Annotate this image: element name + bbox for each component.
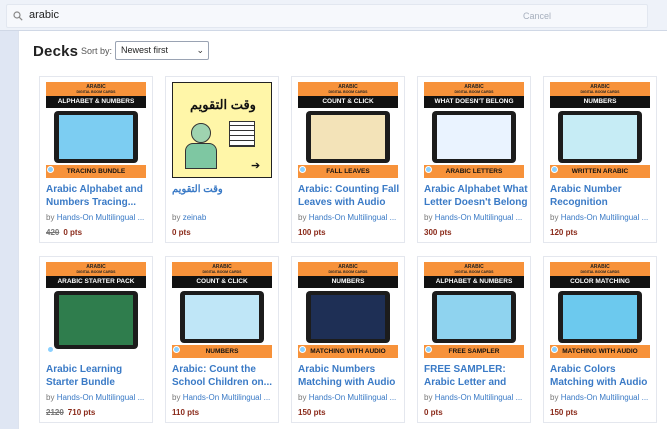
deck-cover[interactable]: وقت التقويم ➔: [172, 82, 272, 178]
boom-badge-icon: [173, 346, 180, 353]
boom-badge-icon: [425, 346, 432, 353]
deck-cover[interactable]: ARABIC DIGITAL BOOM CARDS WHAT DOESN'T BE…: [424, 82, 524, 178]
deck-cover[interactable]: ARABIC DIGITAL BOOM CARDS ALPHABET & NUMB…: [46, 82, 146, 178]
deck-cover[interactable]: ARABIC DIGITAL BOOM CARDS ALPHABET & NUMB…: [424, 262, 524, 358]
deck-card[interactable]: ARABIC DIGITAL BOOM CARDS COUNT & CLICK N…: [165, 256, 279, 423]
author-link[interactable]: Hands-On Multilingual ...: [435, 213, 523, 222]
deck-title[interactable]: Arabic Alphabet What Letter Doesn't Belo…: [424, 183, 528, 209]
deck-card[interactable]: ARABIC DIGITAL BOOM CARDS ALPHABET & NUMB…: [39, 76, 153, 243]
boom-badge-icon: [299, 346, 306, 353]
deck-card[interactable]: ARABIC DIGITAL BOOM CARDS NUMBERS MATCHIN…: [291, 256, 405, 423]
search-bar: arabic Cancel: [0, 0, 667, 31]
deck-price: 2120 710 pts: [46, 408, 96, 417]
author-link[interactable]: Hands-On Multilingual ...: [435, 393, 523, 402]
deck-author: by Hands-On Multilingual ...: [424, 393, 523, 402]
sort-value: Newest first: [121, 45, 169, 55]
deck-price: 150 pts: [298, 408, 326, 417]
deck-cover[interactable]: ARABIC DIGITAL BOOM CARDS COUNT & CLICK N…: [172, 262, 272, 358]
boom-badge-icon: [551, 346, 558, 353]
deck-card[interactable]: ARABIC DIGITAL BOOM CARDS ARABIC STARTER …: [39, 256, 153, 423]
deck-price: 420 0 pts: [46, 228, 83, 237]
calendar-icon: [229, 121, 255, 147]
cancel-button[interactable]: Cancel: [523, 11, 551, 21]
deck-author: by Hands-On Multilingual ...: [46, 213, 145, 222]
deck-cover[interactable]: ARABIC DIGITAL BOOM CARDS NUMBERS MATCHIN…: [298, 262, 398, 358]
deck-card[interactable]: ARABIC DIGITAL BOOM CARDS ALPHABET & NUMB…: [417, 256, 531, 423]
deck-card[interactable]: ARABIC DIGITAL BOOM CARDS COUNT & CLICK F…: [291, 76, 405, 243]
author-link[interactable]: Hands-On Multilingual ...: [183, 393, 271, 402]
decks-panel: Decks Sort by: Newest first ⌄ ARABIC DIGI…: [18, 31, 667, 429]
author-link[interactable]: Hands-On Multilingual ...: [57, 393, 145, 402]
deck-card[interactable]: ARABIC DIGITAL BOOM CARDS COLOR MATCHING …: [543, 256, 657, 423]
author-link[interactable]: zeinab: [183, 213, 207, 222]
sort-select[interactable]: Newest first ⌄: [115, 41, 209, 60]
deck-title[interactable]: Arabic Number Recognition: [550, 183, 654, 209]
deck-title[interactable]: Arabic: Count the School Children on...: [172, 363, 276, 389]
deck-author: by Hands-On Multilingual ...: [46, 393, 145, 402]
old-price: 2120: [46, 408, 64, 417]
deck-author: by Hands-On Multilingual ...: [550, 213, 649, 222]
boom-badge-icon: [551, 166, 558, 173]
sort-label: Sort by:: [81, 46, 113, 56]
deck-price: 100 pts: [298, 228, 326, 237]
deck-cover[interactable]: ARABIC DIGITAL BOOM CARDS COUNT & CLICK F…: [298, 82, 398, 178]
page-title: Decks: [33, 43, 79, 60]
author-link[interactable]: Hands-On Multilingual ...: [309, 213, 397, 222]
author-link[interactable]: Hands-On Multilingual ...: [57, 213, 145, 222]
search-icon: [13, 11, 23, 21]
deck-author: by Hands-On Multilingual ...: [424, 213, 523, 222]
old-price: 420: [46, 228, 60, 237]
deck-title[interactable]: Arabic Learning Starter Bundle: [46, 363, 150, 389]
deck-cover[interactable]: ARABIC DIGITAL BOOM CARDS ARABIC STARTER …: [46, 262, 146, 358]
deck-price: 0 pts: [424, 408, 443, 417]
deck-price: 110 pts: [172, 408, 200, 417]
search-query: arabic: [29, 9, 59, 21]
author-link[interactable]: Hands-On Multilingual ...: [561, 213, 649, 222]
deck-author: by Hands-On Multilingual ...: [172, 393, 271, 402]
chevron-down-icon: ⌄: [196, 45, 204, 55]
deck-title[interactable]: Arabic: Counting Fall Leaves with Audio …: [298, 183, 402, 209]
boom-badge-icon: [47, 166, 54, 173]
search-input[interactable]: arabic Cancel: [6, 4, 648, 28]
deck-card[interactable]: وقت التقويم ➔ وقت التقويم by zeinab 0 pt…: [165, 76, 279, 243]
deck-card[interactable]: ARABIC DIGITAL BOOM CARDS NUMBERS WRITTEN…: [543, 76, 657, 243]
deck-price: 150 pts: [550, 408, 578, 417]
boom-badge-icon: [47, 346, 54, 353]
deck-author: by zeinab: [172, 213, 207, 222]
deck-title[interactable]: FREE SAMPLER: Arabic Letter and Number..…: [424, 363, 528, 389]
person-icon: [191, 123, 211, 143]
deck-price: 0 pts: [172, 228, 191, 237]
deck-title[interactable]: Arabic Alphabet and Numbers Tracing...: [46, 183, 150, 209]
deck-author: by Hands-On Multilingual ...: [298, 213, 397, 222]
deck-author: by Hands-On Multilingual ...: [298, 393, 397, 402]
deck-price: 300 pts: [424, 228, 452, 237]
boom-badge-icon: [299, 166, 306, 173]
deck-card[interactable]: ARABIC DIGITAL BOOM CARDS WHAT DOESN'T BE…: [417, 76, 531, 243]
arrow-icon: ➔: [251, 160, 261, 172]
author-link[interactable]: Hands-On Multilingual ...: [561, 393, 649, 402]
deck-title[interactable]: وقت التقويم: [172, 183, 276, 196]
deck-title[interactable]: Arabic Colors Matching with Audio: [550, 363, 654, 389]
boom-badge-icon: [425, 166, 432, 173]
deck-cover[interactable]: ARABIC DIGITAL BOOM CARDS NUMBERS WRITTEN…: [550, 82, 650, 178]
author-link[interactable]: Hands-On Multilingual ...: [309, 393, 397, 402]
deck-cover[interactable]: ARABIC DIGITAL BOOM CARDS COLOR MATCHING …: [550, 262, 650, 358]
deck-title[interactable]: Arabic Numbers Matching with Audio: [298, 363, 402, 389]
deck-price: 120 pts: [550, 228, 578, 237]
deck-author: by Hands-On Multilingual ...: [550, 393, 649, 402]
